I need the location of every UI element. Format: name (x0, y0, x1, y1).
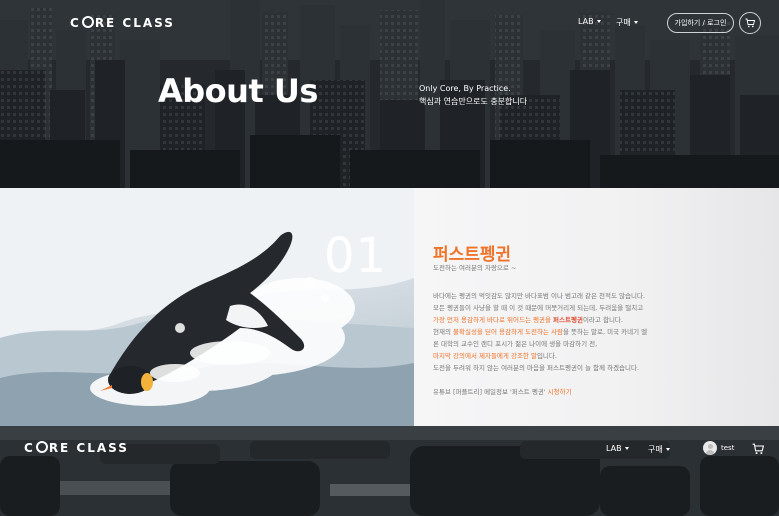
feature-subtitle: 도전하는 여러분의 자랑으로 ~ (433, 264, 517, 272)
classroom-banner (0, 426, 779, 516)
logo-ring-icon (35, 441, 48, 453)
body-text: 론 대학의 교수인 랜디 포시가 젊은 나이에 생을 마감하기 전, (433, 340, 598, 348)
penguin-diving-image (0, 188, 414, 426)
feature-description-line: 마지막 강의에서 제자들에게 강조한 말입니다. (433, 350, 557, 360)
highlight-text: 마지막 강의에서 제자들에게 강조한 말 (433, 352, 537, 360)
penguin-photo (0, 188, 414, 426)
feature-description-line: 유튜브 [퍼플트리] 메일정보 '퍼스트 펭귄' 시청하기 (433, 386, 572, 396)
user-avatar-icon[interactable] (703, 441, 717, 455)
body-text: 모든 펭귄들이 사냥을 할 때 이 것 때문에 머뭇거리게 되는데, 두려움을 … (433, 304, 644, 312)
caret-down-icon (596, 20, 601, 23)
nav-buy-menu[interactable]: 구매 (616, 17, 638, 28)
highlight-text: 불확실성을 딛어 용감하게 도전하는 사람 (453, 328, 563, 336)
body-text: 유튜브 [퍼플트리] 메일정보 '퍼스트 펭귄' (433, 388, 548, 396)
body-text: 현재의 (433, 328, 454, 336)
feature-description-line: 모든 펭귄들이 사냥을 할 때 이 것 때문에 머뭇거리게 되는데, 두려움을 … (433, 302, 643, 312)
cart-icon (752, 443, 765, 455)
signup-login-button[interactable]: 가입하기 / 로그인 (667, 13, 734, 33)
feature-description-line: 바다에는 펭귄의 먹잇감도 많지만 바다표범 이나 범고래 같은 천적도 많습니… (433, 290, 645, 300)
highlight-text: 퍼스트펭귄 (553, 316, 583, 324)
feature-description-line: 가장 먼저 용감하게 바다로 뛰어드는 펭귄을 퍼스트펭귄이라고 합니다. (433, 314, 623, 324)
feature-description-line: 현재의 불확실성을 딛어 용감하게 도전하는 사람을 뜻하는 말로, 미국 카네… (433, 326, 647, 336)
highlight-text: 시청하기 (547, 388, 572, 396)
core-class-logo-bottom[interactable]: C RE CLASS (24, 441, 129, 455)
core-class-logo[interactable]: C RE CLASS (70, 16, 175, 30)
hero-subtitle-english: Only Core, By Practice. (419, 84, 511, 93)
nav-lab-menu-bottom[interactable]: LAB (606, 444, 629, 453)
cart-button-bottom[interactable] (752, 440, 765, 459)
feature-number: 01 (324, 228, 388, 284)
body-text: 이라고 합니다. (582, 316, 623, 324)
caret-down-icon (633, 21, 638, 24)
body-text: 입니다. (536, 352, 557, 360)
top-navigation: C RE CLASS LAB 구매 가입하기 / 로그인 (0, 0, 779, 44)
classroom-image (0, 426, 779, 516)
caret-down-icon (624, 447, 629, 450)
body-text: 도전을 두려워 하지 않는 여러분의 마음을 퍼스트펭귄이 늘 함께 하겠습니다… (433, 364, 640, 372)
nav-buy-menu-bottom[interactable]: 구매 (648, 444, 670, 455)
feature-description-line: 도전을 두려워 하지 않는 여러분의 마음을 퍼스트펭귄이 늘 함께 하겠습니다… (433, 362, 639, 372)
body-text: 바다에는 펭귄의 먹잇감도 많지만 바다표범 이나 범고래 같은 천적도 많습니… (433, 292, 646, 300)
caret-down-icon (665, 448, 670, 451)
hero-subtitle-korean: 핵심과 연습만으로도 충분합니다 (419, 97, 528, 106)
cart-button[interactable] (739, 12, 761, 34)
feature-description-line: 론 대학의 교수인 랜디 포시가 젊은 나이에 생을 마감하기 전, (433, 338, 597, 348)
highlight-text: 가장 먼저 용감하게 바다로 뛰어드는 펭귄을 (433, 316, 554, 324)
nav-lab-menu[interactable]: LAB (578, 17, 601, 26)
page-title: About Us (158, 72, 318, 110)
logo-ring-icon (81, 16, 94, 28)
cart-icon (745, 18, 755, 28)
body-text: 을 뜻하는 말로, 미국 카네기 멜 (562, 328, 648, 336)
user-name[interactable]: test (721, 444, 734, 452)
